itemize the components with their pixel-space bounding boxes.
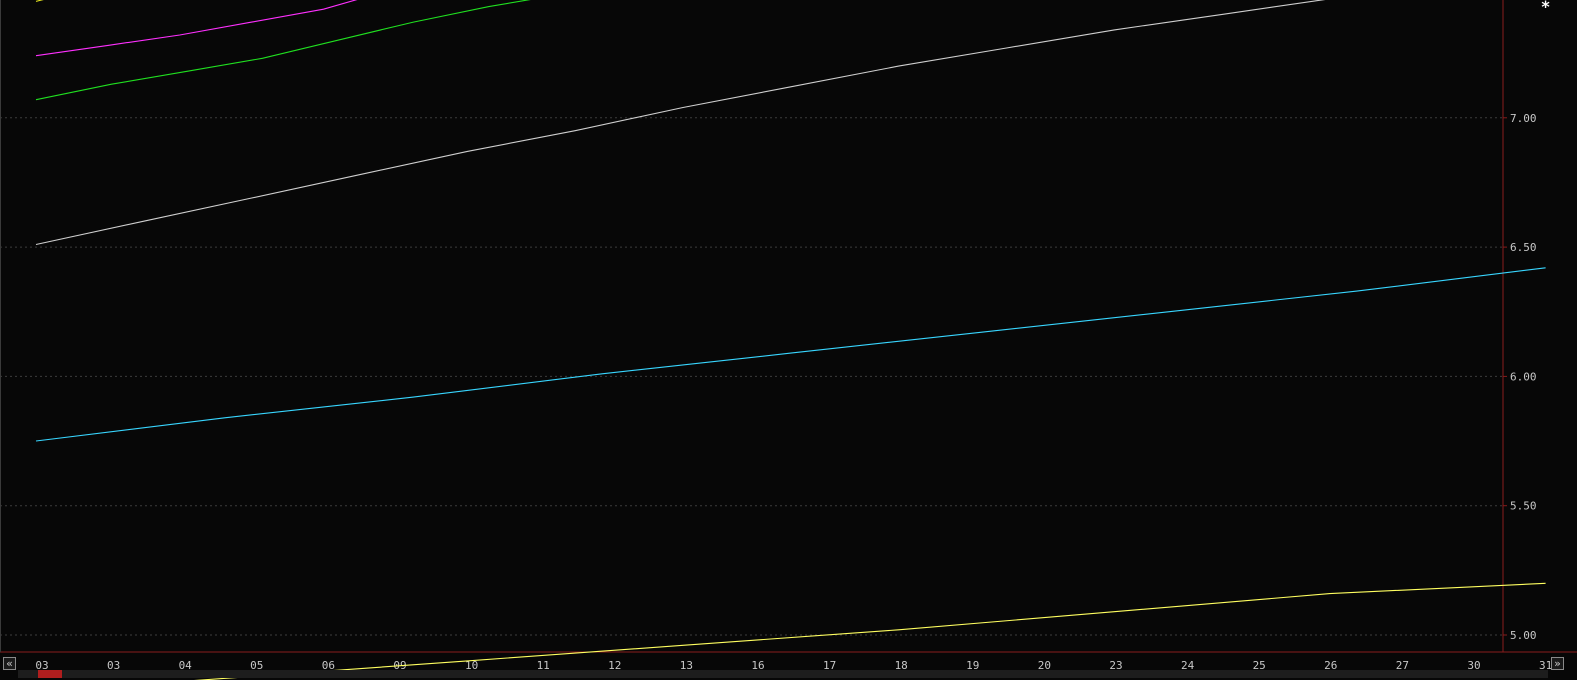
gridlines — [0, 117, 1507, 636]
candlestick-chart: 9.509.008.508.007.507.006.506.005.505.00… — [0, 0, 1577, 680]
ma-line-4 — [35, 0, 531, 101]
latest-marker-icon: * — [1541, 0, 1550, 16]
y-tick-label: 5.00 — [1510, 629, 1537, 642]
scrollbar-thumb[interactable] — [38, 670, 62, 678]
y-tick-label: 6.00 — [1510, 370, 1537, 383]
ma-line-6 — [35, 267, 1546, 442]
scrollbar-track[interactable] — [18, 670, 1548, 678]
ma-line-3 — [35, 0, 358, 57]
ma-line-5 — [35, 0, 1326, 246]
y-tick-label: 6.50 — [1510, 241, 1537, 254]
y-tick-label: 5.50 — [1510, 500, 1537, 513]
scroll-left-button[interactable]: « — [3, 657, 16, 670]
scroll-right-button[interactable]: » — [1551, 657, 1564, 670]
y-tick-label: 7.00 — [1510, 112, 1537, 125]
